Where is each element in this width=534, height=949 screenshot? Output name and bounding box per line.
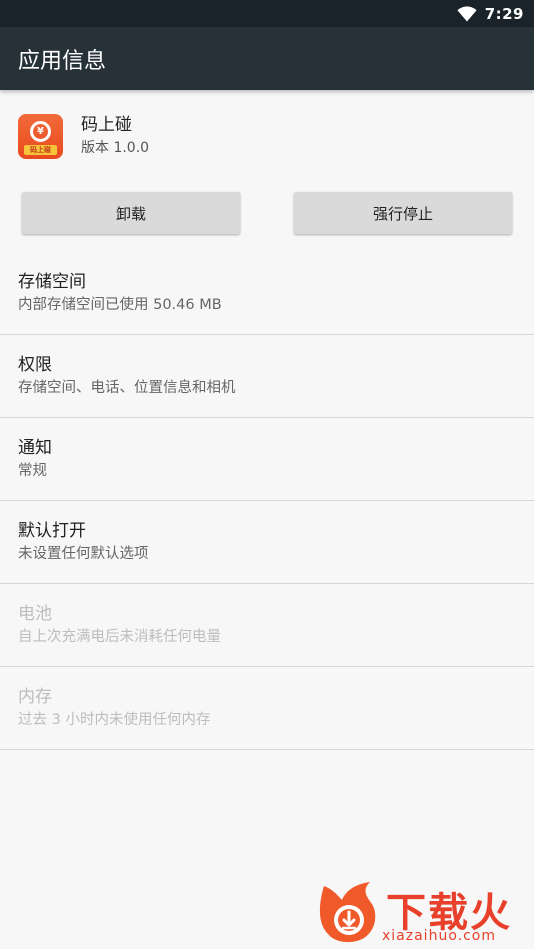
setting-permissions[interactable]: 权限 存储空间、电话、位置信息和相机 bbox=[0, 335, 534, 418]
setting-title: 通知 bbox=[18, 438, 52, 458]
setting-title: 存储空间 bbox=[18, 272, 86, 292]
watermark: 下载火 xiazaihuo.com bbox=[312, 878, 534, 949]
setting-memory: 内存 过去 3 小时内未使用任何内存 bbox=[0, 667, 534, 750]
setting-summary: 过去 3 小时内未使用任何内存 bbox=[18, 712, 211, 728]
setting-summary: 常规 bbox=[18, 463, 47, 479]
setting-summary: 自上次充满电后未消耗任何电量 bbox=[18, 629, 221, 645]
app-bar: 应用信息 bbox=[0, 27, 534, 90]
app-icon-label: 码上碰 bbox=[24, 144, 57, 155]
flame-logo-icon bbox=[319, 882, 376, 943]
status-time: 7:29 bbox=[484, 4, 524, 23]
page-title: 应用信息 bbox=[18, 48, 107, 74]
setting-summary: 存储空间、电话、位置信息和相机 bbox=[18, 380, 236, 396]
setting-title: 电池 bbox=[18, 604, 52, 624]
app-name: 码上碰 bbox=[81, 115, 132, 135]
setting-title: 默认打开 bbox=[18, 521, 86, 541]
app-icon: ¥ 码上碰 bbox=[18, 113, 63, 159]
app-version: 版本 1.0.0 bbox=[81, 140, 150, 156]
status-bar: 7:29 bbox=[0, 0, 534, 27]
setting-notifications[interactable]: 通知 常规 bbox=[0, 418, 534, 501]
setting-storage[interactable]: 存储空间 内部存储空间已使用 50.46 MB bbox=[0, 252, 534, 335]
setting-battery: 电池 自上次充满电后未消耗任何电量 bbox=[0, 584, 534, 667]
setting-summary: 未设置任何默认选项 bbox=[18, 546, 149, 562]
setting-title: 内存 bbox=[18, 687, 52, 707]
uninstall-button[interactable]: 卸载 bbox=[22, 192, 240, 234]
watermark-domain: xiazaihuo.com bbox=[382, 928, 496, 944]
app-header: ¥ 码上碰 码上碰 版本 1.0.0 bbox=[0, 90, 534, 182]
force-stop-button[interactable]: 强行停止 bbox=[294, 192, 512, 234]
setting-title: 权限 bbox=[18, 355, 52, 375]
setting-open-by-default[interactable]: 默认打开 未设置任何默认选项 bbox=[0, 501, 534, 584]
settings-list: 存储空间 内部存储空间已使用 50.46 MB 权限 存储空间、电话、位置信息和… bbox=[0, 252, 534, 750]
setting-summary: 内部存储空间已使用 50.46 MB bbox=[18, 297, 222, 313]
wifi-icon bbox=[457, 6, 477, 21]
yen-bubble-icon: ¥ bbox=[30, 120, 51, 142]
